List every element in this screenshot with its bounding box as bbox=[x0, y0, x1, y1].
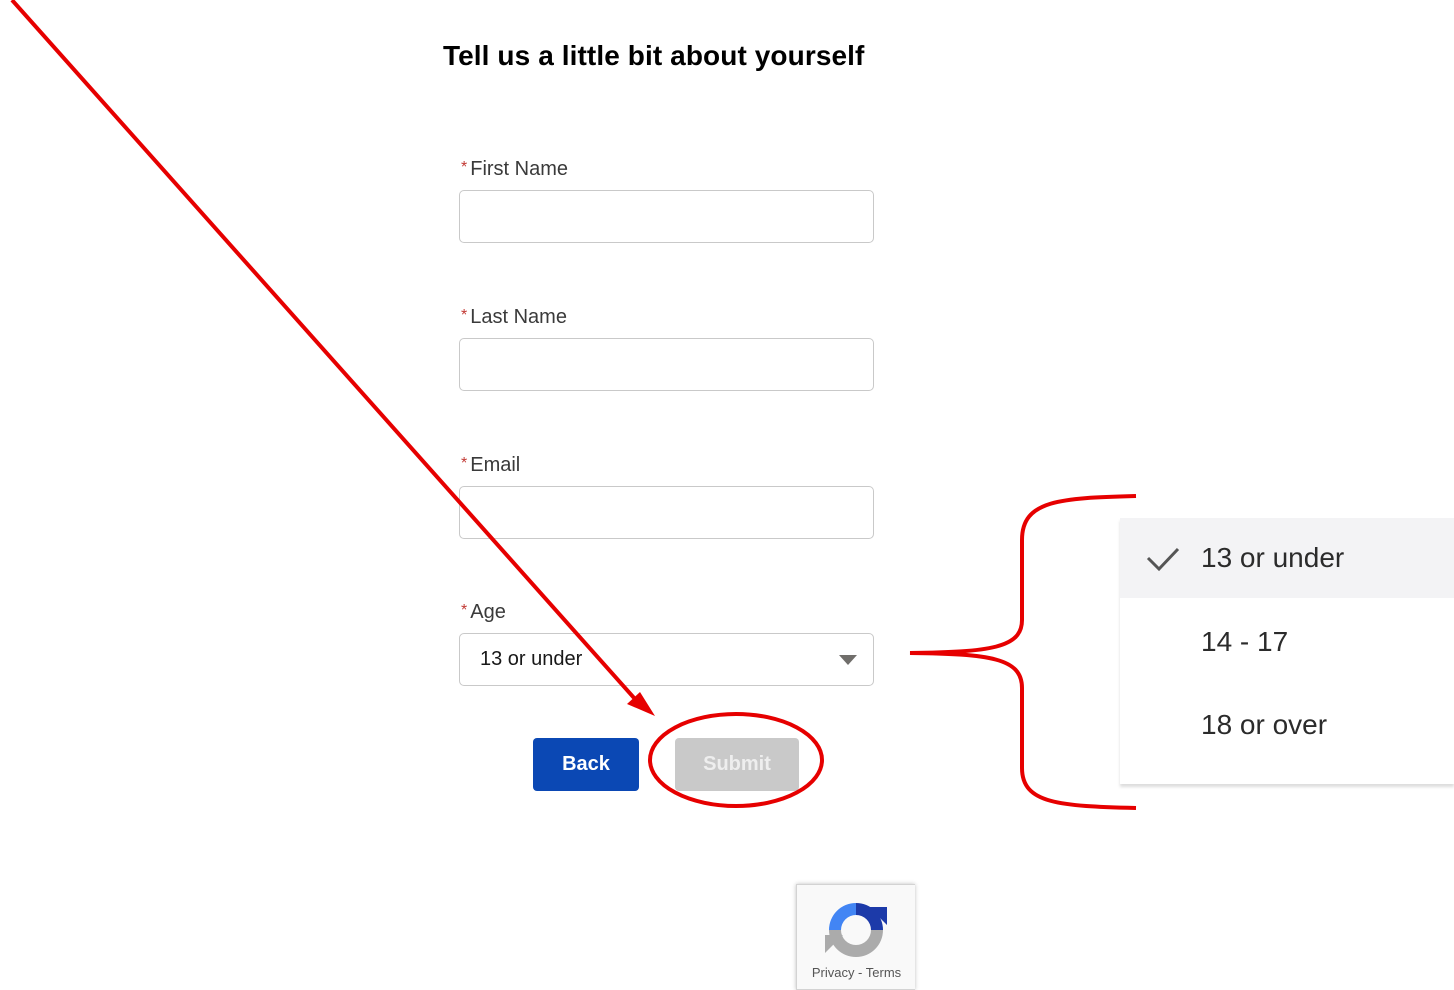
age-label: * Age bbox=[461, 601, 506, 623]
age-options-list: 13 or under 14 - 17 18 or over bbox=[1120, 518, 1454, 784]
required-marker: * bbox=[461, 159, 468, 176]
required-marker: * bbox=[461, 602, 468, 619]
email-input[interactable] bbox=[459, 486, 874, 539]
last-name-label: * Last Name bbox=[461, 306, 567, 328]
age-option-13-or-under[interactable]: 13 or under bbox=[1120, 518, 1454, 598]
last-name-field: * Last Name bbox=[459, 304, 874, 391]
option-label: 14 - 17 bbox=[1201, 626, 1289, 657]
submit-button[interactable]: Submit bbox=[675, 738, 799, 791]
first-name-input[interactable] bbox=[459, 190, 874, 243]
email-label: * Email bbox=[461, 454, 521, 476]
page-title: Tell us a little bit about yourself bbox=[443, 40, 865, 71]
caret-down-icon bbox=[839, 654, 857, 665]
first-name-field: * First Name bbox=[459, 156, 874, 243]
annotation-brace bbox=[909, 494, 1137, 810]
age-option-18-or-over[interactable]: 18 or over bbox=[1120, 685, 1454, 765]
age-select-value: 13 or under bbox=[480, 648, 583, 670]
email-field: * Email bbox=[459, 452, 874, 539]
annotation-arrow-head bbox=[627, 692, 655, 716]
age-option-14-17[interactable]: 14 - 17 bbox=[1120, 602, 1454, 682]
first-name-label: * First Name bbox=[461, 158, 569, 180]
age-select[interactable]: 13 or under bbox=[459, 633, 874, 686]
last-name-input[interactable] bbox=[459, 338, 874, 391]
option-label: 13 or under bbox=[1201, 542, 1345, 573]
checkmark-icon bbox=[1146, 547, 1180, 572]
age-field: * Age 13 or under bbox=[459, 599, 874, 686]
back-button[interactable]: Back bbox=[533, 738, 639, 791]
recaptcha-privacy-terms-link[interactable]: Privacy - Terms bbox=[797, 965, 916, 980]
required-marker: * bbox=[461, 307, 468, 324]
recaptcha-logo-icon bbox=[825, 903, 887, 957]
option-label: 18 or over bbox=[1201, 709, 1328, 740]
recaptcha-badge[interactable]: Privacy - Terms bbox=[796, 884, 915, 990]
required-marker: * bbox=[461, 455, 468, 472]
